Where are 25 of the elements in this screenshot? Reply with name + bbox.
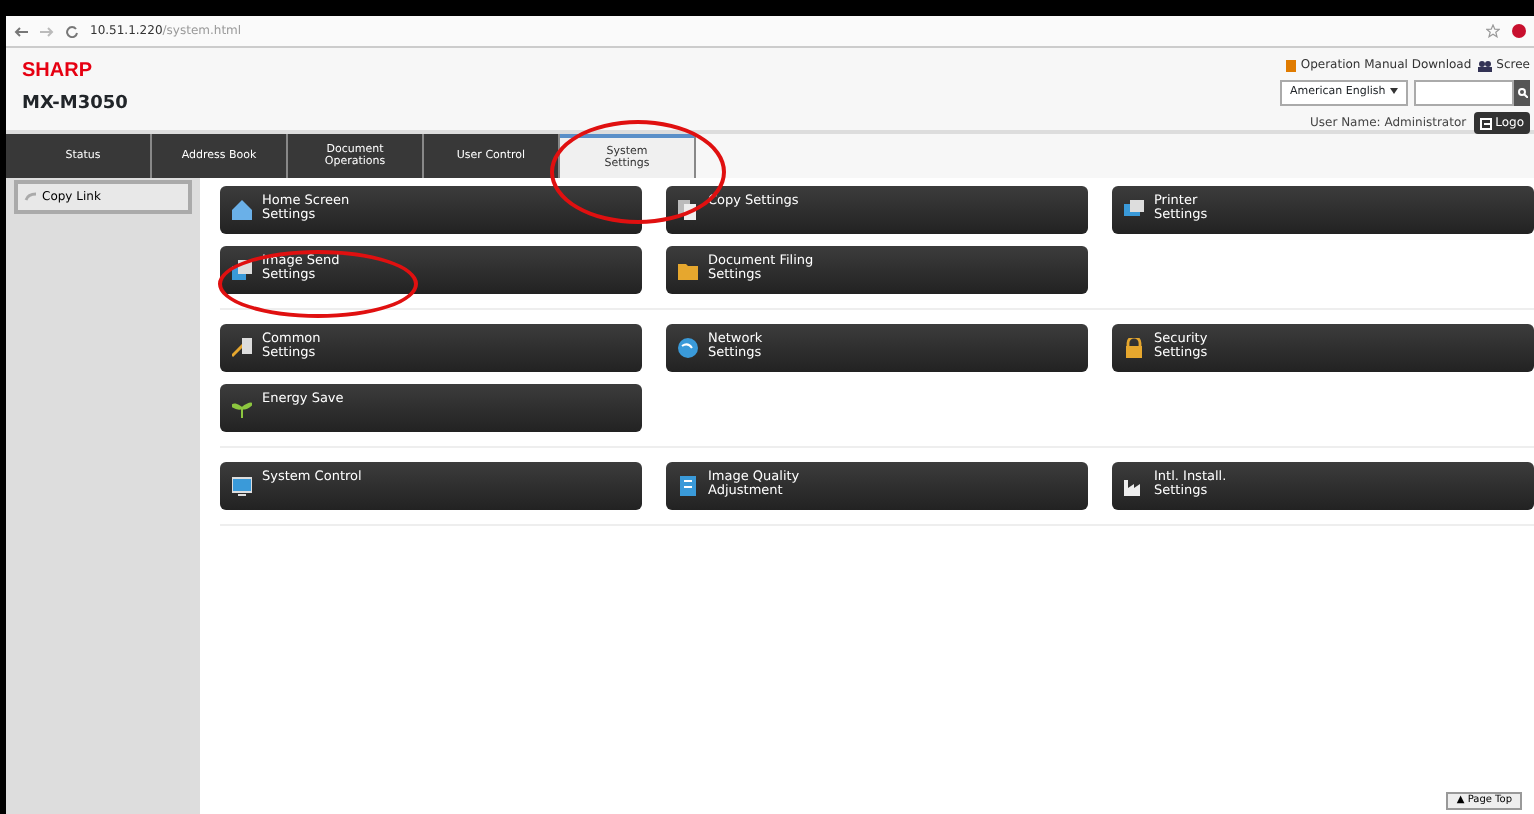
images-icon bbox=[232, 260, 252, 280]
reload-icon[interactable] bbox=[66, 25, 78, 37]
folder-icon bbox=[678, 260, 698, 280]
chart-icon bbox=[678, 476, 698, 496]
sprout-icon bbox=[232, 398, 252, 418]
back-icon[interactable] bbox=[14, 25, 28, 37]
globe-icon bbox=[678, 338, 698, 358]
documents-icon bbox=[678, 200, 698, 220]
search-field[interactable] bbox=[1414, 80, 1514, 106]
lock-icon bbox=[1124, 338, 1144, 358]
factory-icon bbox=[1124, 476, 1144, 496]
tools-icon bbox=[232, 338, 252, 358]
monitor-icon bbox=[232, 476, 252, 496]
search-button[interactable] bbox=[1514, 80, 1530, 106]
caret-icon bbox=[1389, 88, 1397, 95]
logout-icon bbox=[1479, 117, 1492, 129]
printer-icon bbox=[1124, 200, 1144, 220]
model-name: MX-M3050 bbox=[22, 92, 128, 118]
book-icon bbox=[1286, 59, 1297, 71]
star-icon[interactable] bbox=[1486, 24, 1500, 38]
home-icon bbox=[232, 200, 252, 220]
search-icon bbox=[1517, 88, 1527, 98]
shield-icon[interactable] bbox=[1512, 24, 1526, 38]
people-icon bbox=[1478, 59, 1493, 71]
brand-logo: SHARP bbox=[22, 58, 95, 86]
